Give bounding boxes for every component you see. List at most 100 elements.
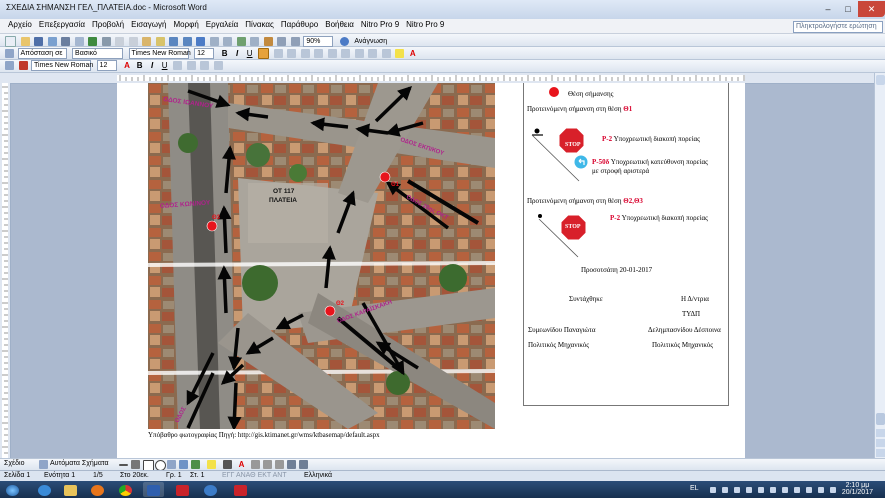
arrow-style-icon[interactable] bbox=[275, 460, 284, 469]
line-tool-icon[interactable] bbox=[119, 464, 128, 466]
vertical-ruler[interactable] bbox=[0, 83, 11, 458]
show-hide-icon[interactable] bbox=[290, 37, 300, 46]
style-select[interactable]: Απόσταση σε bbox=[17, 48, 67, 59]
taskbar-pdf[interactable] bbox=[172, 482, 193, 497]
textbox-icon[interactable] bbox=[167, 460, 176, 469]
tables-borders-icon[interactable] bbox=[209, 37, 219, 46]
print-icon[interactable] bbox=[61, 37, 71, 46]
tray-icon-4[interactable] bbox=[746, 487, 752, 493]
menu-window[interactable]: Παράθυρο bbox=[281, 20, 318, 29]
help-search-input[interactable]: Πληκτρολογήστε ερώτηση bbox=[793, 21, 883, 33]
underline2-button[interactable]: U bbox=[160, 61, 170, 70]
help-icon[interactable] bbox=[339, 37, 349, 46]
zoom-select[interactable]: 90% bbox=[303, 36, 334, 47]
font-color-icon[interactable]: A bbox=[408, 49, 418, 58]
select-objects-icon[interactable] bbox=[39, 460, 48, 469]
vertical-scrollbar[interactable] bbox=[874, 73, 885, 458]
font-size-select[interactable]: 12 bbox=[194, 48, 215, 59]
line-spacing-icon[interactable] bbox=[314, 49, 324, 58]
arrow-tool-icon[interactable] bbox=[131, 460, 140, 469]
scroll-thumb[interactable] bbox=[876, 413, 885, 425]
signage-legend-box[interactable]: Θέση σήμανσης Προτεινόμενη σήμανση στη θ… bbox=[523, 83, 729, 406]
select-browse-object-icon[interactable] bbox=[876, 439, 885, 447]
increase-indent-icon[interactable] bbox=[368, 49, 378, 58]
document-map-icon[interactable] bbox=[277, 37, 287, 46]
font-size2-select[interactable]: 12 bbox=[96, 60, 117, 72]
draw-menu-button[interactable]: Σχέδιο bbox=[4, 460, 24, 467]
justify-icon[interactable] bbox=[300, 49, 310, 58]
wordart-icon[interactable] bbox=[179, 460, 188, 469]
highlight-icon[interactable] bbox=[395, 49, 405, 58]
save-icon[interactable] bbox=[34, 37, 44, 46]
font-color2-icon[interactable]: A bbox=[122, 61, 132, 70]
align-center2-icon[interactable] bbox=[186, 61, 196, 71]
font-select[interactable]: Times New Roman bbox=[128, 48, 191, 59]
tray-icon-6[interactable] bbox=[770, 487, 776, 493]
permission-icon[interactable] bbox=[47, 37, 57, 46]
font-color-draw-icon[interactable]: A bbox=[237, 460, 246, 469]
reading-mode-button[interactable]: Ανάγνωση bbox=[352, 37, 389, 46]
dash-style-icon[interactable] bbox=[263, 460, 272, 469]
hyperlink-icon[interactable] bbox=[196, 37, 206, 46]
paste-icon[interactable] bbox=[142, 37, 152, 46]
italic2-button[interactable]: I bbox=[147, 61, 157, 70]
align-left-icon[interactable] bbox=[258, 48, 270, 59]
tray-icon-3[interactable] bbox=[734, 487, 740, 493]
insert-excel-icon[interactable] bbox=[236, 37, 246, 46]
underline-button[interactable]: U bbox=[245, 49, 255, 58]
bullets-icon[interactable] bbox=[341, 49, 351, 58]
taskbar-acrobat[interactable] bbox=[230, 482, 251, 497]
bold-button[interactable]: B bbox=[220, 49, 230, 58]
insert-picture-icon[interactable] bbox=[191, 460, 200, 469]
maximize-button[interactable]: □ bbox=[838, 1, 858, 17]
taskbar-word[interactable] bbox=[143, 482, 164, 497]
numbering-icon[interactable] bbox=[327, 49, 337, 58]
taskbar-explorer[interactable] bbox=[60, 482, 81, 497]
tray-icon-7[interactable] bbox=[782, 487, 788, 493]
tray-icon-1[interactable] bbox=[710, 487, 716, 493]
aerial-map-image[interactable]: ΟΔΟΣ ΙΩΑΝΝΟΥ ΟΔΟΣ ΚΩΝ/ΝΟΥ ΟΔΟΣ ΕΚΠ/ΚΟΥ Ο… bbox=[148, 83, 495, 429]
3d-style-icon[interactable] bbox=[299, 460, 308, 469]
start-button[interactable] bbox=[2, 482, 23, 497]
columns-icon[interactable] bbox=[250, 37, 260, 46]
nitro-icon[interactable] bbox=[18, 61, 28, 71]
format-painter-icon[interactable] bbox=[155, 37, 165, 46]
autoshapes-button[interactable]: Αυτόματα Σχήματα bbox=[50, 460, 109, 467]
cut-icon[interactable] bbox=[115, 37, 125, 46]
menu-insert[interactable]: Εισαγωγή bbox=[131, 20, 166, 29]
bold2-button[interactable]: B bbox=[135, 61, 145, 70]
undo-icon[interactable] bbox=[169, 37, 179, 46]
copy-icon[interactable] bbox=[128, 37, 138, 46]
menu-tools[interactable]: Εργαλεία bbox=[206, 20, 238, 29]
menu-format[interactable]: Μορφή bbox=[173, 20, 198, 29]
research-icon[interactable] bbox=[101, 37, 111, 46]
align-center-icon[interactable] bbox=[273, 49, 283, 58]
tray-icon-5[interactable] bbox=[758, 487, 764, 493]
scroll-up-arrow-icon[interactable] bbox=[876, 75, 885, 85]
network-icon[interactable] bbox=[818, 487, 824, 493]
menu-table[interactable]: Πίνακας bbox=[245, 20, 274, 29]
shadow-style-icon[interactable] bbox=[287, 460, 296, 469]
line-color-icon[interactable] bbox=[223, 460, 232, 469]
styles-pane-icon[interactable] bbox=[5, 49, 14, 58]
outside-border-icon[interactable] bbox=[381, 49, 391, 58]
redo-icon[interactable] bbox=[182, 37, 192, 46]
fill-color-icon[interactable] bbox=[207, 460, 216, 469]
italic-button[interactable]: I bbox=[232, 49, 242, 58]
menu-file[interactable]: Αρχείο bbox=[8, 20, 32, 29]
menu-edit[interactable]: Επεξεργασία bbox=[39, 20, 85, 29]
menu-nitro-2[interactable]: Nitro Pro 9 bbox=[406, 20, 444, 29]
align-right-icon[interactable] bbox=[287, 49, 297, 58]
justify2-icon[interactable] bbox=[213, 61, 223, 71]
tray-icon-8[interactable] bbox=[794, 487, 800, 493]
menu-nitro-1[interactable]: Nitro Pro 9 bbox=[361, 20, 399, 29]
prev-page-icon[interactable] bbox=[876, 429, 885, 437]
menu-help[interactable]: Βοήθεια bbox=[325, 20, 354, 29]
tray-icon-2[interactable] bbox=[722, 487, 728, 493]
style2-select[interactable]: Βασικό bbox=[72, 48, 124, 59]
print-preview-icon[interactable] bbox=[74, 37, 84, 46]
volume-icon[interactable] bbox=[830, 487, 836, 493]
clock[interactable]: 2:10 μμ 20/1/2017 bbox=[842, 482, 873, 496]
menu-view[interactable]: Προβολή bbox=[92, 20, 124, 29]
language-indicator[interactable]: EL bbox=[690, 485, 699, 492]
